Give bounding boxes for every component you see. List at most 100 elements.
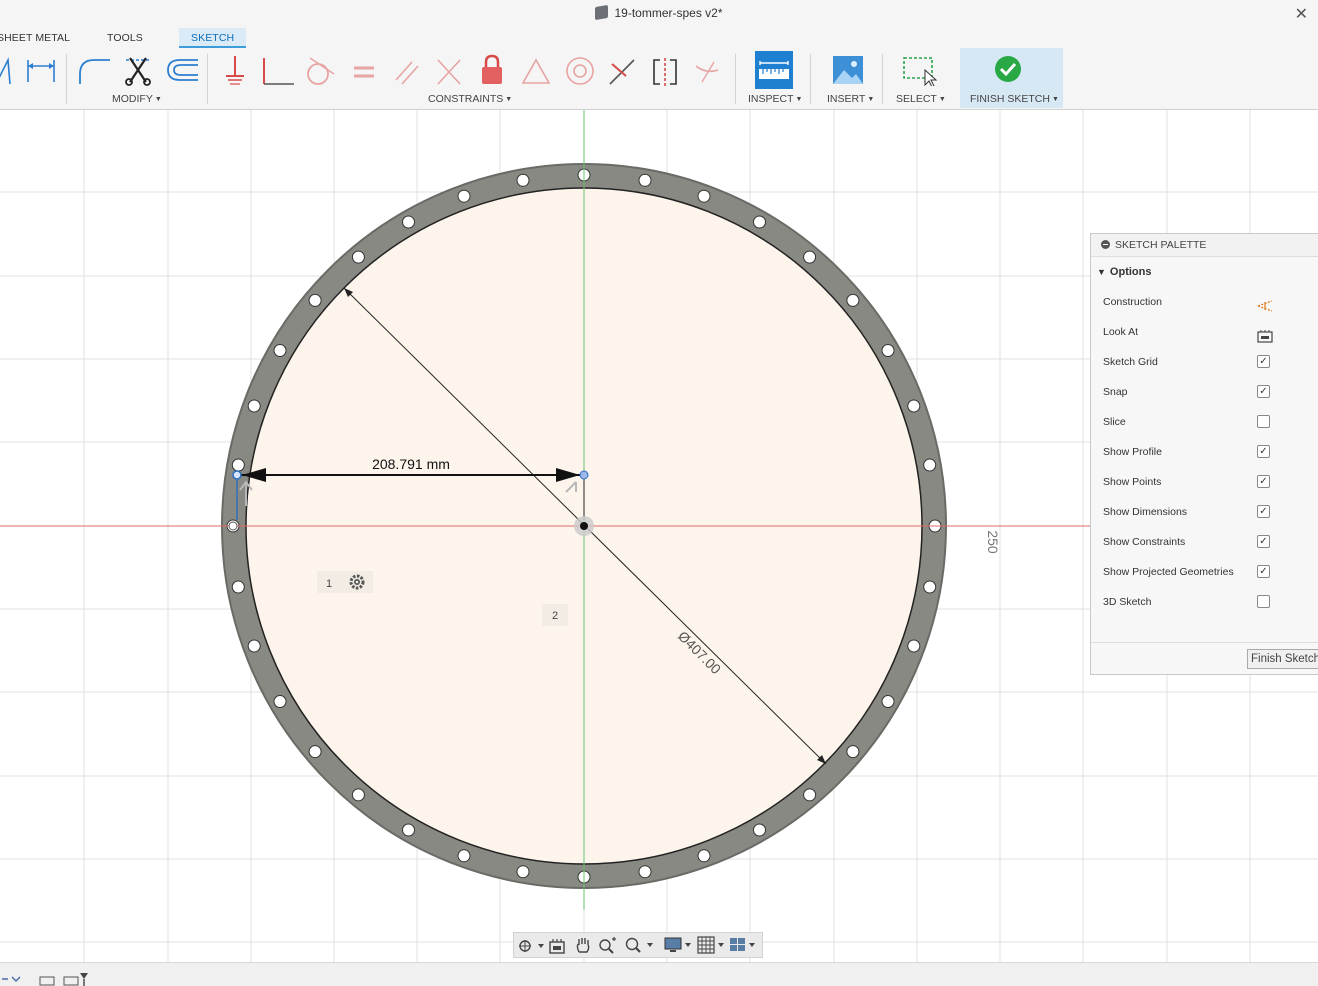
document-title-text: 19-tommer-spes v2*	[614, 6, 723, 20]
constraints-menu[interactable]: CONSTRAINTS ▼	[428, 93, 512, 105]
offset-icon[interactable]	[164, 52, 200, 86]
fillet-icon[interactable]	[78, 52, 112, 86]
tangent-icon[interactable]	[302, 52, 336, 86]
lock-icon[interactable]	[478, 52, 506, 86]
midpoint-icon[interactable]	[606, 52, 638, 86]
bolt-hole[interactable]	[881, 695, 895, 708]
checkbox-show-dimensions[interactable]: ✓	[1257, 505, 1270, 518]
triangle-icon[interactable]	[520, 52, 552, 86]
bolt-hole[interactable]	[402, 823, 415, 837]
bolt-hole[interactable]	[308, 745, 322, 759]
tab-tools[interactable]: TOOLS	[107, 32, 143, 44]
close-icon[interactable]: ✕	[1295, 4, 1308, 24]
tab-sheet-metal[interactable]: SHEET METAL	[0, 32, 70, 44]
select-menu[interactable]: SELECT ▼	[896, 93, 946, 105]
palette-row-label: Show Points	[1103, 476, 1162, 488]
fix-icon[interactable]	[222, 52, 248, 86]
triangle-line-icon[interactable]	[0, 52, 12, 86]
origin-point[interactable]	[580, 522, 588, 530]
viewports-icon[interactable]	[729, 936, 759, 954]
checkbox-slice[interactable]	[1257, 415, 1270, 428]
bolt-hole[interactable]	[247, 399, 261, 413]
finish-sketch-menu[interactable]: FINISH SKETCH ▼	[970, 93, 1059, 105]
perpendicular-icon[interactable]	[258, 52, 296, 86]
bolt-hole[interactable]	[697, 849, 711, 863]
look-at-icon[interactable]	[548, 937, 566, 955]
bolt-hole[interactable]	[803, 788, 817, 802]
options-section-header[interactable]: ▼ Options	[1091, 257, 1318, 287]
trim-icon[interactable]	[120, 52, 154, 86]
bolt-hole[interactable]	[846, 745, 860, 759]
modify-menu[interactable]: MODIFY ▼	[112, 93, 162, 105]
bolt-hole[interactable]	[907, 399, 921, 413]
checkbox-snap[interactable]: ✓	[1257, 385, 1270, 398]
measure-icon[interactable]	[755, 51, 793, 89]
bolt-hole[interactable]	[308, 293, 322, 307]
bolt-hole[interactable]	[273, 344, 287, 357]
zoom-icon[interactable]	[624, 936, 656, 954]
look-at-icon[interactable]	[1257, 325, 1273, 343]
bolt-hole[interactable]	[231, 580, 245, 594]
orbit-icon[interactable]	[516, 937, 546, 955]
bolt-hole[interactable]	[803, 250, 817, 264]
checkbox-sketch-grid[interactable]: ✓	[1257, 355, 1270, 368]
checkbox-show-constraints[interactable]: ✓	[1257, 535, 1270, 548]
bolt-hole[interactable]	[402, 215, 415, 229]
bolt-hole[interactable]	[881, 344, 895, 357]
insert-image-icon[interactable]	[832, 52, 864, 86]
inspect-menu[interactable]: INSPECT ▼	[748, 93, 802, 105]
bolt-hole[interactable]	[638, 865, 652, 879]
parallel-icon[interactable]	[392, 52, 422, 86]
dimension-point-right[interactable]	[579, 470, 589, 480]
bolt-hole[interactable]	[457, 189, 471, 203]
sketch-palette-title: SKETCH PALETTE	[1115, 239, 1207, 251]
dimension-point-left[interactable]	[232, 470, 242, 480]
curvature-icon[interactable]	[692, 52, 722, 86]
bolt-hole[interactable]	[516, 173, 530, 187]
bolt-hole[interactable]	[457, 849, 471, 863]
bolt-hole[interactable]	[907, 639, 921, 653]
bolt-hole[interactable]	[753, 215, 766, 229]
bolt-hole[interactable]	[846, 293, 860, 307]
bolt-hole[interactable]	[247, 639, 261, 653]
finish-sketch-button[interactable]: Finish Sketch	[1247, 649, 1318, 669]
dimension-icon[interactable]	[24, 52, 58, 86]
bolt-hole[interactable]	[923, 580, 937, 594]
checkbox-show-profile[interactable]: ✓	[1257, 445, 1270, 458]
tab-sketch[interactable]: SKETCH	[179, 28, 247, 48]
zoom-window-icon[interactable]	[598, 936, 618, 954]
checkbox-show-projected-geometries[interactable]: ✓	[1257, 565, 1270, 578]
insert-menu[interactable]: INSERT ▼	[827, 93, 874, 105]
vertical-dimension-text[interactable]: 250	[985, 530, 1001, 554]
palette-row-show-profile: Show Profile ✓	[1091, 437, 1318, 467]
collapse-icon[interactable]	[1101, 240, 1110, 249]
pan-icon[interactable]	[574, 936, 592, 954]
collinear-icon[interactable]	[434, 52, 464, 86]
symmetry-icon[interactable]	[650, 52, 680, 86]
select-icon[interactable]	[902, 52, 938, 86]
palette-row-label: 3D Sketch	[1103, 596, 1152, 608]
timeline-controls[interactable]	[0, 963, 100, 986]
radius-dimension-text[interactable]: 208.791 mm	[372, 456, 450, 472]
bolt-hole[interactable]	[231, 458, 245, 472]
checkbox-3d-sketch[interactable]	[1257, 595, 1270, 608]
inspect-label: INSPECT	[748, 93, 794, 105]
bolt-hole[interactable]	[923, 458, 937, 472]
bolt-hole[interactable]	[753, 823, 766, 837]
sketch-point[interactable]	[228, 521, 238, 531]
bolt-hole[interactable]	[516, 865, 530, 879]
construction-icon[interactable]	[1257, 295, 1273, 312]
grid-settings-icon[interactable]	[697, 936, 727, 954]
profile-badge-2-text: 2	[552, 610, 558, 622]
bolt-hole[interactable]	[697, 189, 711, 203]
concentric-icon[interactable]	[564, 52, 596, 86]
checkbox-show-points[interactable]: ✓	[1257, 475, 1270, 488]
display-settings-icon[interactable]	[664, 936, 694, 954]
bolt-hole[interactable]	[351, 788, 365, 802]
bolt-hole[interactable]	[351, 250, 365, 264]
sketch-palette-header[interactable]: SKETCH PALETTE	[1091, 234, 1318, 257]
finish-sketch-check-icon[interactable]	[994, 55, 1022, 83]
bolt-hole[interactable]	[638, 173, 652, 187]
bolt-hole[interactable]	[273, 695, 287, 708]
equal-icon[interactable]	[350, 52, 378, 86]
